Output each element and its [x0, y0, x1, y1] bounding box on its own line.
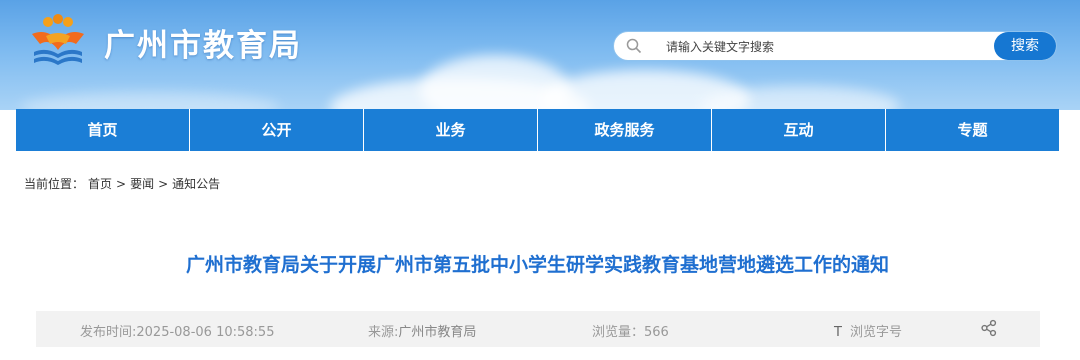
search-box: 搜索	[613, 31, 1057, 61]
breadcrumb-separator: >	[116, 177, 127, 191]
nav-item-home[interactable]: 首页	[16, 109, 190, 151]
breadcrumb-separator: >	[158, 177, 169, 191]
search-icon	[626, 38, 642, 54]
breadcrumb-link-home[interactable]: 首页	[88, 177, 112, 191]
article-meta-bar: 发布时间:2025-08-06 10:58:55 来源:广州市教育局 浏览量：5…	[36, 311, 1040, 347]
publish-value: 2025-08-06 10:58:55	[136, 325, 275, 340]
share-icon[interactable]	[980, 319, 998, 337]
view-count: 浏览量：566	[592, 321, 669, 340]
nav-item-topics[interactable]: 专题	[886, 109, 1059, 151]
search-input[interactable]	[664, 36, 988, 58]
publish-time: 发布时间:2025-08-06 10:58:55	[80, 321, 274, 340]
source-label: 来源:	[368, 325, 399, 340]
font-size-label: 浏览字号	[849, 325, 902, 340]
site-title[interactable]: 广州市教育局	[104, 20, 302, 65]
breadcrumb-prefix: 当前位置：	[24, 177, 85, 191]
nav-item-services[interactable]: 政务服务	[538, 109, 712, 151]
publish-label: 发布时间:	[80, 325, 137, 340]
article-title: 广州市教育局关于开展广州市第五批中小学生研学实践教育基地营地遴选工作的通知	[185, 254, 889, 276]
views-label: 浏览量：	[592, 325, 645, 340]
article-source: 来源:广州市教育局	[368, 321, 476, 340]
search-button[interactable]: 搜索	[994, 32, 1056, 60]
views-value: 566	[644, 325, 669, 340]
source-value: 广州市教育局	[398, 325, 477, 340]
font-size-icon: T	[834, 325, 842, 340]
breadcrumb-link-news[interactable]: 要闻	[130, 177, 154, 191]
main-nav: 首页 公开 业务 政务服务 互动 专题	[16, 109, 1059, 151]
nav-item-business[interactable]: 业务	[364, 109, 538, 151]
nav-item-public[interactable]: 公开	[190, 109, 364, 151]
breadcrumb: 当前位置： 首页 > 要闻 > 通知公告	[24, 175, 224, 192]
breadcrumb-link-notices[interactable]: 通知公告	[172, 177, 220, 191]
guangzhou-education-logo-icon[interactable]	[26, 14, 90, 70]
font-size-control[interactable]: T 浏览字号	[834, 321, 902, 340]
nav-item-interaction[interactable]: 互动	[712, 109, 886, 151]
